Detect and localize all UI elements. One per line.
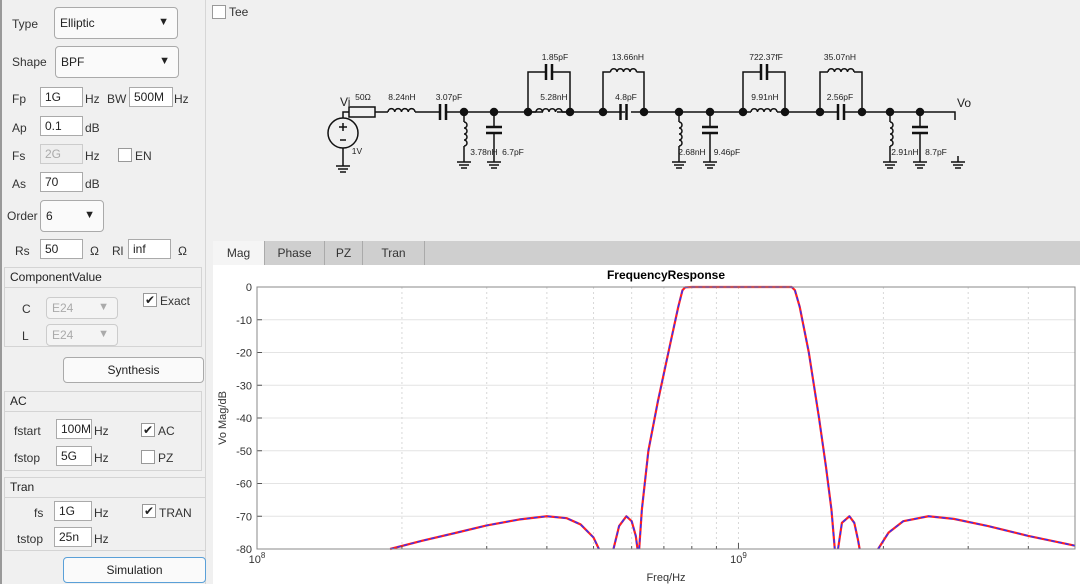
y-tick-label: -70 (236, 511, 252, 523)
x-tick-label: 108 (249, 551, 266, 566)
y-tick-label: -10 (236, 315, 252, 327)
y-tick-label: 0 (246, 282, 252, 294)
y-tick-label: -40 (236, 413, 252, 425)
response-curve-solid (389, 515, 600, 551)
response-curve-dashed (389, 515, 600, 550)
response-curve-solid (877, 515, 1076, 550)
response-curve-solid (836, 515, 861, 550)
frequency-response-chart: FrequencyResponse Freq/Hz Vo Mag/dB 0 -10… (217, 268, 1076, 584)
x-axis-label: Freq/Hz (646, 572, 685, 584)
chart-title: FrequencyResponse (607, 268, 725, 282)
y-tick-label: -20 (236, 348, 252, 360)
y-tick-label: -30 (236, 380, 252, 392)
x-tick-label: 109 (730, 551, 747, 566)
y-tick-label: -60 (236, 479, 252, 491)
y-tick-label: -50 (236, 446, 252, 458)
y-axis-label: Vo Mag/dB (217, 391, 229, 445)
